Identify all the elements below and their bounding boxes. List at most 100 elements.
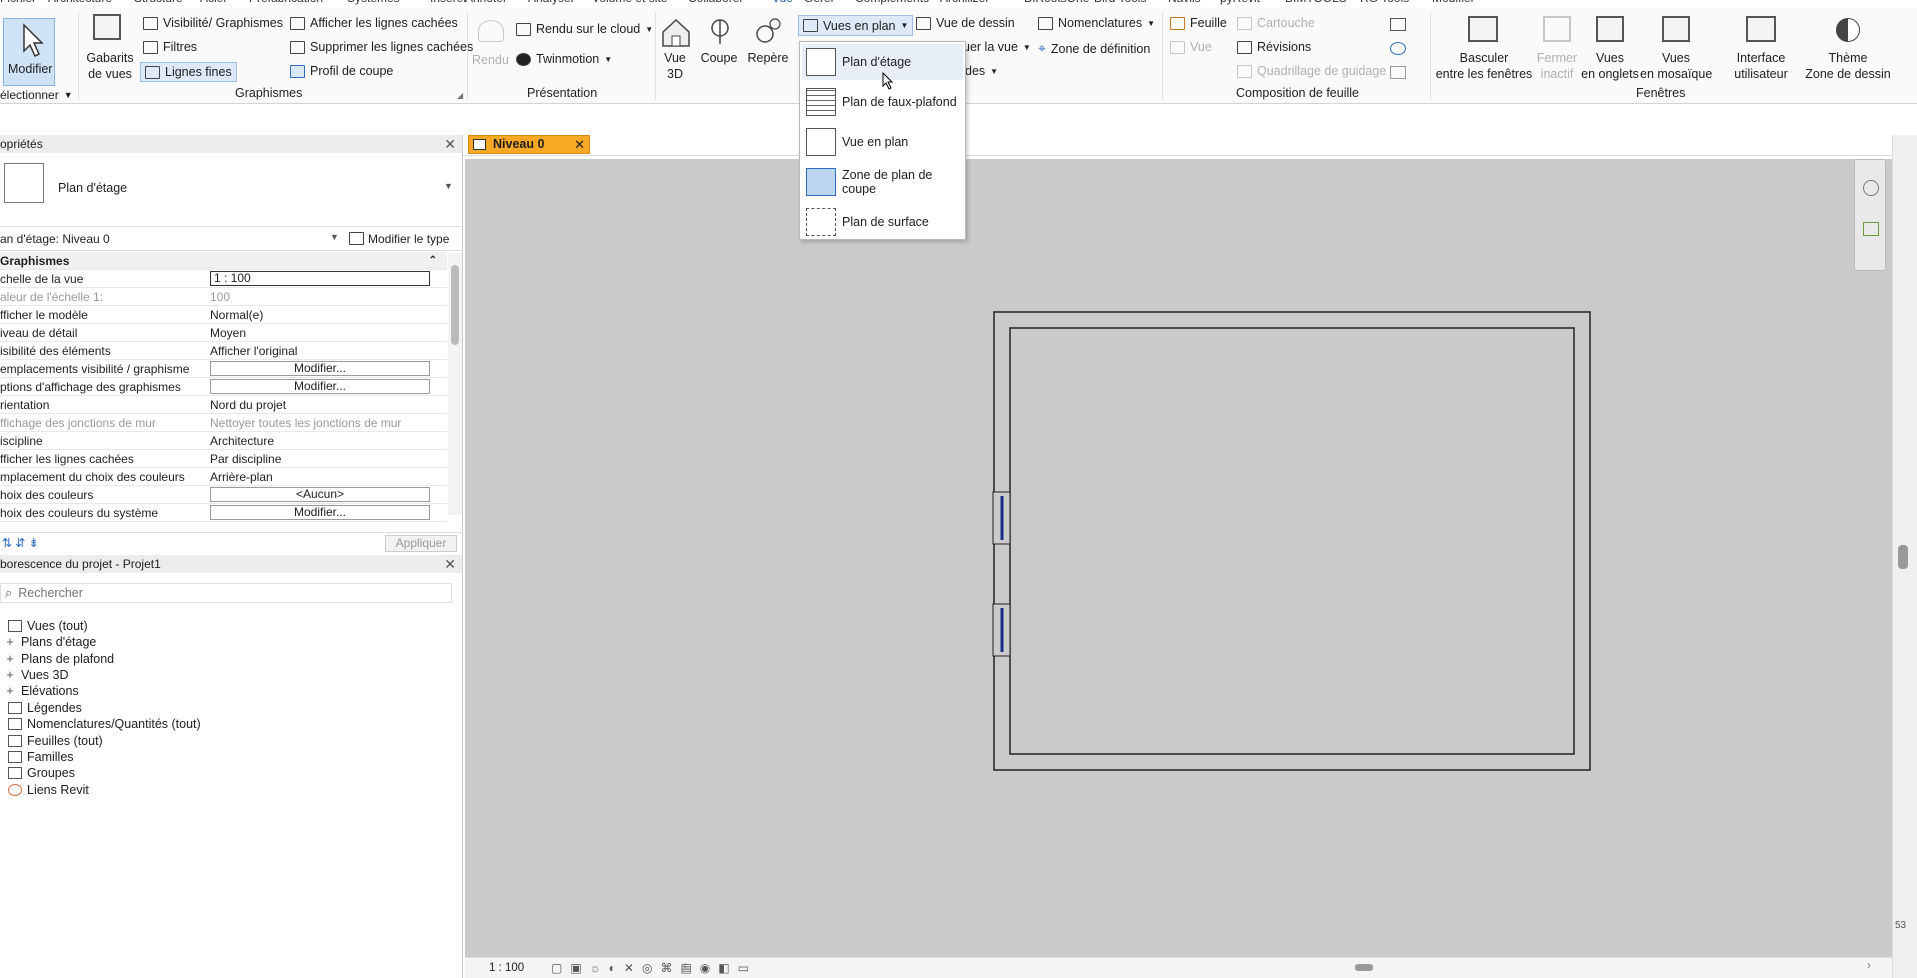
duplicate-view-button[interactable]: uer la vue ▼ (963, 40, 1031, 54)
property-row[interactable]: iscipline Architecture (0, 432, 447, 450)
property-value[interactable]: Modifier... (210, 378, 430, 394)
right-scrollbar[interactable]: 53 (1892, 135, 1917, 978)
title-block-button[interactable]: Cartouche (1237, 16, 1315, 30)
property-value[interactable]: <Aucun> (210, 486, 430, 502)
browser-item[interactable]: Familles (8, 750, 74, 764)
view-templates-icon[interactable] (93, 14, 121, 40)
view-button[interactable]: Vue (1170, 40, 1212, 54)
thin-lines-button[interactable]: Lignes fines (140, 62, 237, 82)
type-selector[interactable]: Plan d'étage ▼ (0, 153, 463, 227)
view-3d-button[interactable]: Vue 3D (660, 50, 690, 82)
tab-rg-tools[interactable]: RG Tools (1360, 0, 1409, 5)
browser-item[interactable]: Légendes (8, 701, 82, 715)
switch-windows-button[interactable]: Basculer entre les fenêtres (1435, 50, 1533, 82)
property-row[interactable]: isibilité des éléments Afficher l'origina… (0, 342, 447, 360)
plan-views-button[interactable]: Vues en plan ▼ (797, 15, 914, 36)
horizontal-scroll-thumb[interactable] (1355, 964, 1373, 971)
view-control-icons[interactable]: ▢▣☼◐✕◎⌘▤◉◧▭ (551, 961, 757, 975)
scroll-thumb[interactable] (1898, 545, 1908, 569)
tab-gérer[interactable]: Gérer (804, 0, 835, 5)
property-value[interactable]: Nettoyer toutes les jonctions de mur (210, 414, 430, 432)
tab-modifier[interactable]: Modifier (1432, 0, 1475, 5)
property-value[interactable]: Afficher l'original (210, 342, 430, 360)
callout-button[interactable]: Repère (745, 50, 791, 66)
browser-item[interactable]: + Elévations (4, 684, 78, 698)
tab-systèmes[interactable]: Systèmes (347, 0, 400, 5)
group-header-graphics[interactable]: Graphismes ⌃ (0, 252, 447, 270)
drawing-area[interactable] (465, 156, 1892, 957)
view-reference-icon[interactable] (1390, 42, 1406, 55)
select-dropdown[interactable]: électionner ▼ (0, 88, 73, 102)
edit-type-button[interactable]: Modifier le type (348, 229, 450, 248)
guide-grid-button[interactable]: Quadrillage de guidage (1237, 64, 1386, 78)
viewports-icon[interactable] (1390, 66, 1406, 79)
tab-naviis[interactable]: Naviis (1168, 0, 1201, 5)
tab-dirootsone[interactable]: DiRootsOne (1024, 0, 1089, 5)
show-hidden-lines-button[interactable]: Afficher les lignes cachées (290, 16, 458, 30)
property-row[interactable]: mplacement du choix des couleurs Arrière-… (0, 468, 447, 486)
property-value[interactable]: Modifier... (210, 360, 430, 376)
legends-button[interactable]: des ▼ (965, 64, 998, 78)
tab-structure[interactable]: Structure (134, 0, 183, 5)
expand-icon[interactable]: + (4, 652, 16, 666)
scroll-right-icon[interactable]: › (1867, 960, 1871, 972)
tab-pyrevit[interactable]: pyRevit (1220, 0, 1260, 5)
remove-hidden-lines-button[interactable]: Supprimer les lignes cachées (290, 40, 473, 54)
apply-button[interactable]: Appliquer (385, 535, 457, 552)
property-row[interactable]: fficher le modèle Normal(e) (0, 306, 447, 324)
search-input[interactable] (18, 586, 419, 600)
tab-volume-et-site[interactable]: Volume et site (592, 0, 667, 5)
close-icon[interactable]: ✕ (444, 135, 456, 153)
tab-bimtools[interactable]: BIMTOOLS (1285, 0, 1347, 5)
tab-acier[interactable]: Acier (200, 0, 227, 5)
view-tab-niveau-0[interactable]: Niveau 0 ✕ (468, 135, 590, 154)
matchline-icon[interactable] (1390, 18, 1406, 31)
property-value[interactable]: Nord du projet (210, 396, 430, 414)
property-row[interactable]: aleur de l'échelle 1: 100 (0, 288, 447, 306)
section-button[interactable]: Coupe (699, 50, 739, 66)
view-templates-button[interactable]: Gabarits de vues (82, 50, 138, 82)
tab-insérer[interactable]: Insérer (430, 0, 467, 5)
property-value[interactable]: 1 : 100 (210, 270, 430, 286)
scroll-left-icon[interactable]: ‹ (683, 960, 687, 972)
zoom-icon[interactable] (1863, 222, 1879, 236)
property-value[interactable]: Architecture (210, 432, 430, 450)
plan-menu-item[interactable]: Vue en plan (802, 124, 963, 160)
tab-préfabrication[interactable]: Préfabrication (249, 0, 323, 5)
tab-collaborer[interactable]: Collaborer (688, 0, 743, 5)
property-value[interactable]: Par discipline (210, 450, 430, 468)
expand-icon[interactable]: + (4, 668, 16, 682)
browser-item[interactable]: Feuilles (tout) (8, 734, 103, 748)
property-row[interactable]: rientation Nord du projet (0, 396, 447, 414)
tab-annoter[interactable]: Annoter (465, 0, 507, 5)
dialog-launcher-icon[interactable]: ◢ (457, 91, 463, 100)
visibility-graphics-button[interactable]: Visibilité/ Graphismes (143, 16, 283, 30)
drafting-view-button[interactable]: Vue de dessin (916, 16, 1015, 30)
property-row[interactable]: emplacements visibilité / graphisme Modif… (0, 360, 447, 378)
tab-compléments[interactable]: Compléments (855, 0, 929, 5)
tab-views-button[interactable]: Vues en onglets (1580, 50, 1640, 82)
theme-button[interactable]: Thème Zone de dessin (1800, 50, 1896, 82)
browser-item[interactable]: + Plans de plafond (4, 652, 114, 666)
tab-bird-tools[interactable]: Bird Tools (1094, 0, 1146, 5)
close-icon[interactable]: ✕ (574, 136, 585, 153)
sort-icon[interactable]: ⇅ ⇵ ⇟ (2, 536, 39, 550)
properties-scrollbar[interactable] (448, 253, 462, 515)
tile-views-button[interactable]: Vues en mosaïque (1640, 50, 1712, 82)
tab-vue[interactable]: Vue (772, 0, 793, 5)
browser-item[interactable]: Vues (tout) (8, 619, 88, 633)
close-icon[interactable]: ✕ (444, 555, 456, 573)
property-value[interactable]: Normal(e) (210, 306, 430, 324)
render-button[interactable]: Rendu (472, 52, 509, 68)
property-row[interactable]: hoix des couleurs <Aucun> (0, 486, 447, 504)
revisions-button[interactable]: Révisions (1237, 40, 1311, 54)
property-row[interactable]: ptions d'affichage des graphismes Modifie… (0, 378, 447, 396)
expand-icon[interactable]: + (4, 684, 16, 698)
plan-menu-item[interactable]: Plan de surface (802, 204, 963, 240)
scale-label[interactable]: 1 : 100 (489, 962, 524, 974)
property-row[interactable]: hoix des couleurs du système Modifier... (0, 504, 447, 522)
twinmotion-button[interactable]: Twinmotion ▼ (516, 52, 612, 66)
browser-item[interactable]: Groupes (8, 766, 75, 780)
browser-search[interactable]: ⌕ (0, 583, 452, 603)
property-value[interactable]: Moyen (210, 324, 430, 342)
